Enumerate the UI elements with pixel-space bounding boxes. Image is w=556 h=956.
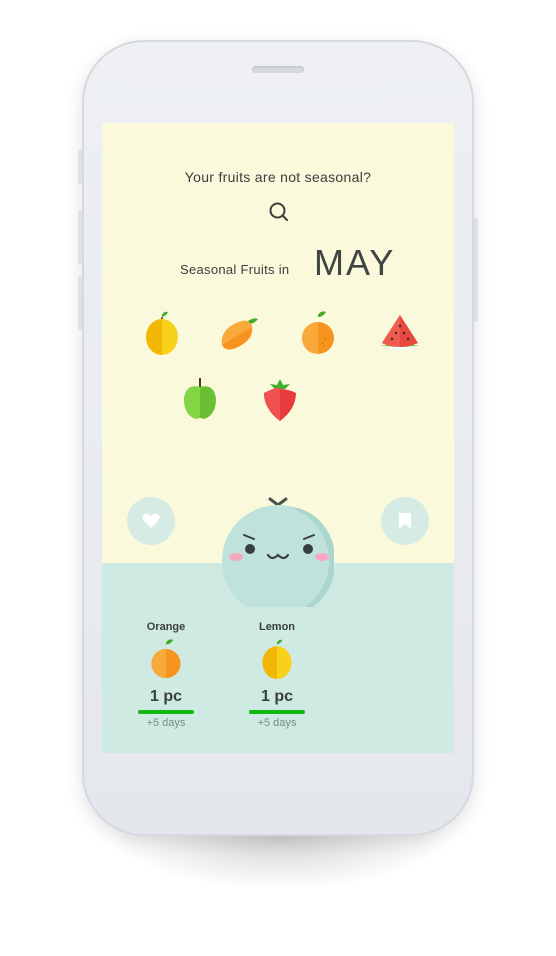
side-button-left-3 [78,276,82,330]
app-screen: Your fruits are not seasonal? Seasonal F… [102,123,454,753]
strawberry-icon[interactable] [258,375,302,423]
side-button-left-2 [78,210,82,264]
search-icon[interactable] [268,201,290,223]
heart-icon [142,513,160,528]
watermelon-icon[interactable] [376,309,420,357]
basket-item-name: Lemon [258,621,296,633]
basket-item-qty: 1 pc [260,688,293,705]
basket-item-name: Orange [146,621,186,633]
bookmark-icon [399,513,411,529]
orange-icon [151,639,181,679]
not-seasonal-title: Your fruits are not seasonal? [184,169,372,185]
side-button-right [474,218,478,322]
side-button-left-1 [78,150,82,184]
mango-icon[interactable] [216,309,260,357]
seasonal-fruits-label: Seasonal Fruits in [180,262,290,277]
favorite-button[interactable] [127,497,175,545]
basket-item-days: +5 days [146,717,186,729]
lemon-icon[interactable] [140,309,184,357]
basket-item-lemon[interactable]: Lemon 1 pc +5 days [242,621,312,729]
orange-icon[interactable] [296,309,340,357]
phone-speaker [252,66,304,73]
basket-item-days: +5 days [257,717,297,729]
bookmark-button[interactable] [381,497,429,545]
freshness-bar [249,710,305,714]
lemon-icon [262,639,292,679]
apple-icon[interactable] [178,375,222,423]
freshness-bar [138,710,194,714]
basket-item-orange[interactable]: Orange 1 pc +5 days [131,621,201,729]
basket-item-qty: 1 pc [149,688,182,705]
month-title: MAY [314,242,396,283]
mascot-character [222,497,334,607]
